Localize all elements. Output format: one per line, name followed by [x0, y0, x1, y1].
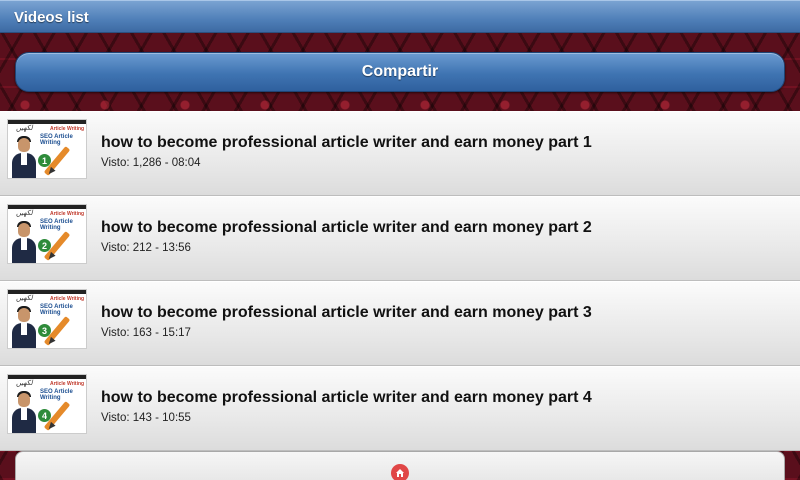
video-list-item[interactable]: ﻟﮑﮭﯿﮟ Article Writing SEO Article Writin…	[0, 366, 800, 451]
thumbnail-tag: Article Writing	[50, 126, 85, 132]
thumbnail-seo-text: SEO Article Writing	[40, 134, 73, 146]
person-shirt	[21, 323, 27, 335]
video-thumbnail: ﻟﮑﮭﯿﮟ Article Writing SEO Article Writin…	[7, 119, 87, 179]
video-meta: Visto: 143 - 10:55	[101, 412, 191, 424]
video-title: how to become professional article write…	[101, 304, 592, 321]
thumbnail-seo-text: SEO Article Writing	[40, 219, 73, 231]
video-list-item[interactable]: ﻟﮑﮭﯿﮟ Article Writing SEO Article Writin…	[0, 111, 800, 196]
bottom-nav-bar	[15, 451, 785, 480]
home-glyph	[396, 469, 404, 477]
person-head	[18, 308, 30, 322]
person-shirt	[21, 238, 27, 250]
thumbnail-tag: Article Writing	[50, 296, 85, 302]
app-header: Videos list	[0, 0, 800, 33]
video-meta: Visto: 1,286 - 08:04	[101, 157, 201, 169]
video-list: ﻟﮑﮭﯿﮟ Article Writing SEO Article Writin…	[0, 111, 800, 451]
person-shirt	[21, 408, 27, 420]
video-thumbnail: ﻟﮑﮭﯿﮟ Article Writing SEO Article Writin…	[7, 374, 87, 434]
video-list-item[interactable]: ﻟﮑﮭﯿﮟ Article Writing SEO Article Writin…	[0, 196, 800, 281]
person-shirt	[21, 153, 27, 165]
page-title: Videos list	[14, 9, 89, 26]
video-title: how to become professional article write…	[101, 389, 592, 406]
person-head	[18, 393, 30, 407]
video-meta: Visto: 163 - 15:17	[101, 327, 191, 339]
video-meta: Visto: 212 - 13:56	[101, 242, 191, 254]
thumbnail-script-text: ﻟﮑﮭﯿﮟ	[16, 125, 33, 132]
home-icon[interactable]	[391, 464, 409, 480]
person-head	[18, 223, 30, 237]
thumbnail-seo-text: SEO Article Writing	[40, 304, 73, 316]
thumbnail-script-text: ﻟﮑﮭﯿﮟ	[16, 380, 33, 387]
thumbnail-seo-text: SEO Article Writing	[40, 389, 73, 401]
video-title: how to become professional article write…	[101, 134, 592, 151]
video-list-item[interactable]: ﻟﮑﮭﯿﮟ Article Writing SEO Article Writin…	[0, 281, 800, 366]
share-button[interactable]: Compartir	[15, 52, 785, 92]
thumbnail-tag: Article Writing	[50, 211, 85, 217]
thumbnail-tag: Article Writing	[50, 381, 85, 387]
video-thumbnail: ﻟﮑﮭﯿﮟ Article Writing SEO Article Writin…	[7, 204, 87, 264]
thumbnail-script-text: ﻟﮑﮭﯿﮟ	[16, 210, 33, 217]
person-head	[18, 138, 30, 152]
thumbnail-script-text: ﻟﮑﮭﯿﮟ	[16, 295, 33, 302]
video-title: how to become professional article write…	[101, 219, 592, 236]
video-thumbnail: ﻟﮑﮭﯿﮟ Article Writing SEO Article Writin…	[7, 289, 87, 349]
